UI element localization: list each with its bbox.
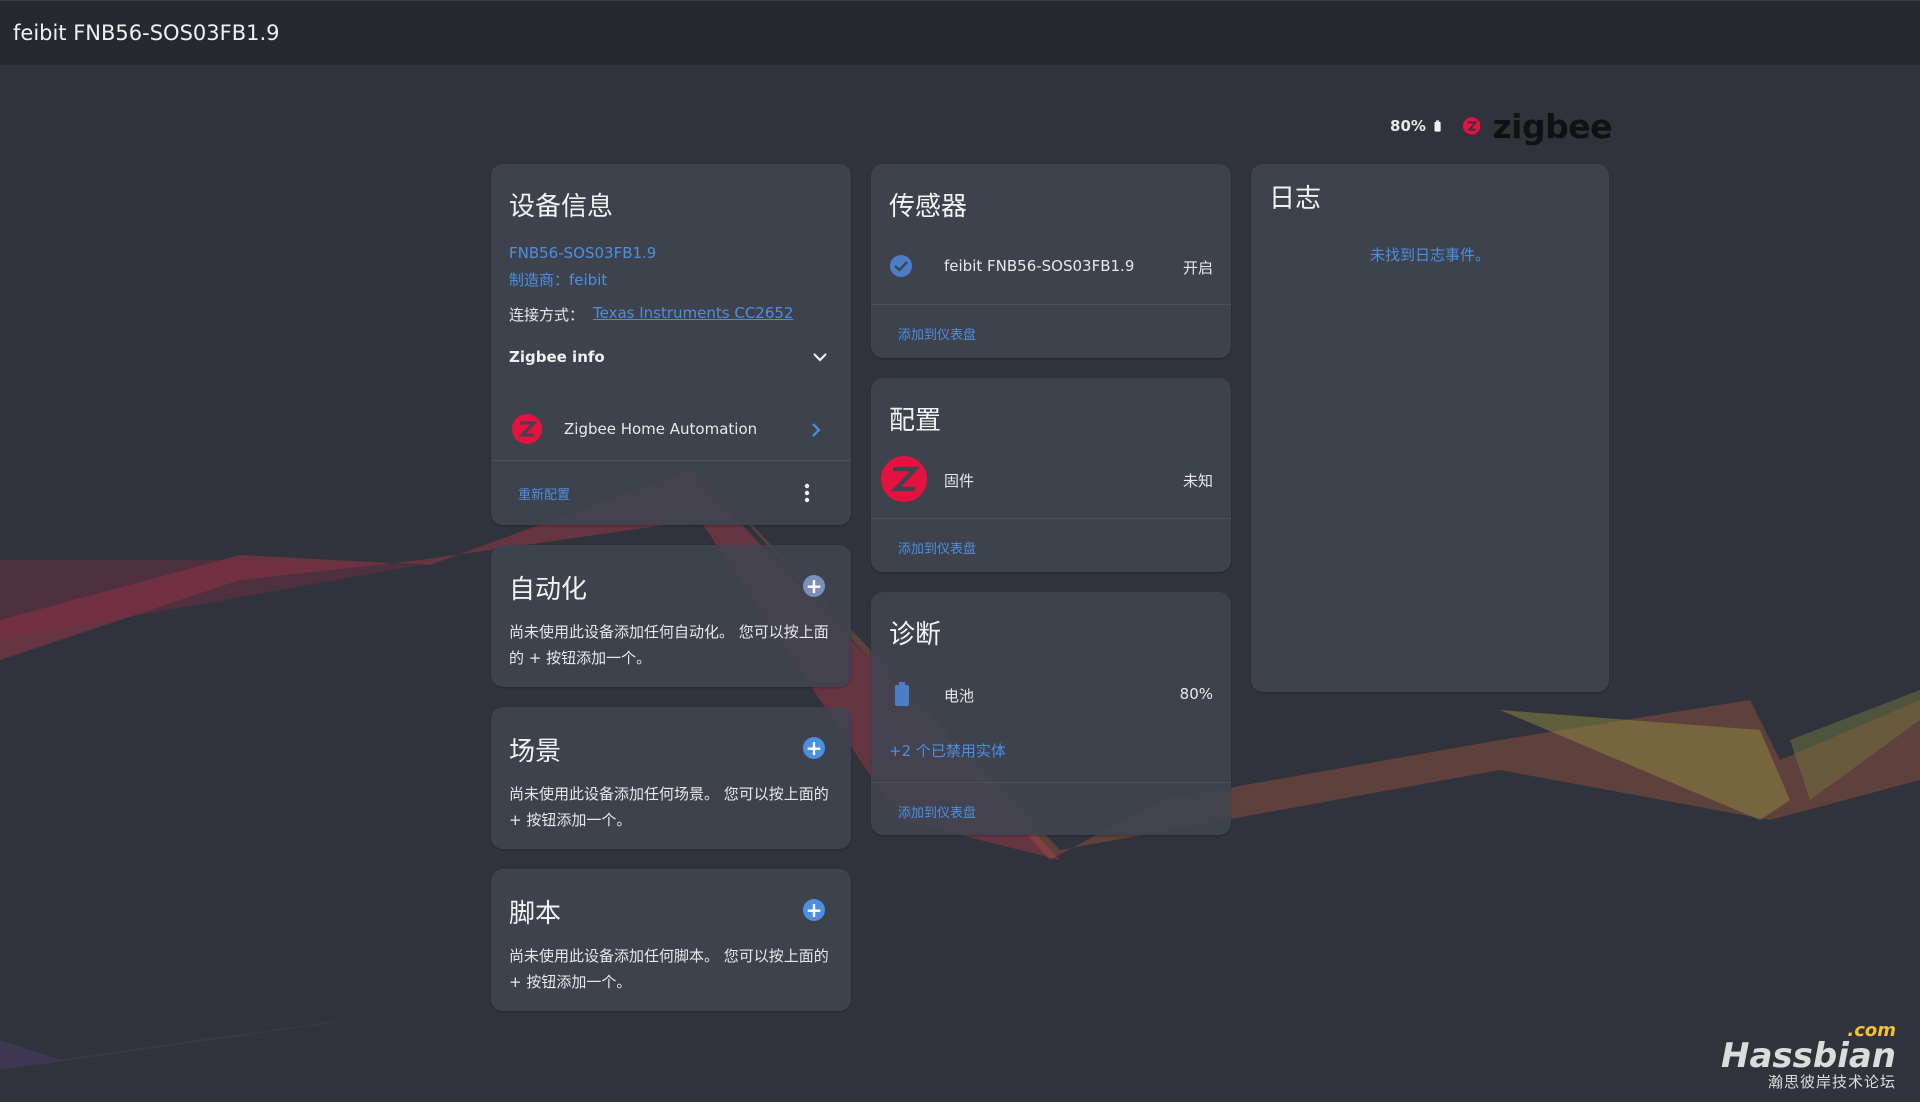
add-automation-button[interactable]: + [803, 575, 825, 597]
device-info-title: 设备信息 [509, 192, 614, 222]
zigbee-info-label: Zigbee info [509, 348, 605, 366]
more-vertical-icon[interactable] [804, 483, 810, 503]
add-scene-button[interactable]: + [803, 737, 825, 759]
diagnostic-title: 诊断 [889, 620, 942, 650]
connection-link[interactable]: Texas Instruments CC2652 [593, 304, 793, 322]
chevron-right-icon [812, 423, 821, 437]
sensors-add-to-dashboard[interactable]: 添加到仪表盘 [898, 324, 976, 343]
watermark: .com Hassbian 瀚思彼岸技术论坛 [1721, 1020, 1896, 1092]
automation-empty-text: 尚未使用此设备添加任何自动化。 您可以按上面的 + 按钮添加一个。 [509, 623, 829, 667]
sensor-entity-row[interactable]: feibit FNB56-SOS03FB1.9 开启 [871, 248, 1231, 284]
battery-entity-name: 电池 [944, 687, 975, 705]
zigbee-logo-text: zigbee [1492, 106, 1612, 146]
integration-label: Zigbee Home Automation [564, 420, 758, 438]
logbook-empty-text: 未找到日志事件。 [1369, 246, 1490, 264]
sensor-entity-name: feibit FNB56-SOS03FB1.9 [944, 257, 1135, 275]
divider [871, 782, 1231, 783]
divider [871, 518, 1231, 519]
scene-empty-text: 尚未使用此设备添加任何场景。 您可以按上面的 + 按钮添加一个。 [509, 785, 829, 829]
watermark-main: Hassbian [1720, 1036, 1896, 1076]
config-add-to-dashboard[interactable]: 添加到仪表盘 [898, 538, 976, 557]
device-model: FNB56-SOS03FB1.9 [509, 244, 657, 262]
page-title: feibit FNB56-SOS03FB1.9 [13, 21, 280, 45]
scene-title: 场景 [509, 737, 562, 767]
diagnostic-card: 诊断 电池 80% +2 个已禁用实体 添加到仪表盘 [871, 592, 1231, 835]
top-bar: feibit FNB56-SOS03FB1.9 [0, 0, 1920, 65]
connection-label: 连接方式： [509, 306, 585, 324]
logbook-card: 日志 未找到日志事件。 [1251, 164, 1609, 692]
battery-icon [1434, 120, 1441, 132]
device-manufacturer: 制造商：feibit [509, 271, 608, 289]
logbook-title: 日志 [1269, 184, 1322, 214]
brand-row: 80% zigbee [1390, 105, 1612, 147]
automation-card: 自动化 + 尚未使用此设备添加任何自动化。 您可以按上面的 + 按钮添加一个。 [491, 545, 851, 687]
reconfigure-button[interactable]: 重新配置 [518, 484, 570, 503]
device-info-card: 设备信息 FNB56-SOS03FB1.9 制造商：feibit 连接方式： T… [491, 164, 851, 525]
zigbee-firmware-icon [881, 456, 927, 502]
zigbee-logo-icon [1463, 117, 1481, 135]
check-circle-icon [890, 255, 912, 277]
firmware-entity-row[interactable]: 固件 未知 [871, 454, 1231, 504]
scene-card: 场景 + 尚未使用此设备添加任何场景。 您可以按上面的 + 按钮添加一个。 [491, 707, 851, 849]
diagnostic-add-to-dashboard[interactable]: 添加到仪表盘 [898, 802, 976, 821]
battery-icon [895, 682, 909, 706]
sensors-title: 传感器 [889, 192, 968, 222]
integration-row[interactable]: Zigbee Home Automation [491, 408, 851, 452]
disabled-entities-link[interactable]: +2 个已禁用实体 [889, 740, 1006, 761]
battery-entity-state: 80% [1179, 685, 1213, 703]
config-card: 配置 固件 未知 添加到仪表盘 [871, 378, 1231, 572]
firmware-entity-state: 未知 [1182, 472, 1213, 490]
config-title: 配置 [889, 406, 942, 436]
script-empty-text: 尚未使用此设备添加任何脚本。 您可以按上面的 + 按钮添加一个。 [509, 947, 829, 991]
firmware-entity-name: 固件 [944, 472, 975, 490]
add-script-button[interactable]: + [803, 899, 825, 921]
divider [871, 304, 1231, 305]
sensors-card: 传感器 feibit FNB56-SOS03FB1.9 开启 添加到仪表盘 [871, 164, 1231, 358]
zigbee-info-expander[interactable]: Zigbee info [509, 347, 833, 369]
script-title: 脚本 [509, 899, 562, 929]
sensor-entity-state: 开启 [1182, 259, 1213, 277]
divider [491, 460, 851, 461]
battery-percentage: 80% [1390, 117, 1426, 135]
automation-title: 自动化 [509, 575, 588, 605]
battery-entity-row[interactable]: 电池 80% [871, 676, 1231, 712]
chevron-down-icon [813, 353, 827, 362]
zigbee-integration-icon [512, 414, 542, 444]
script-card: 脚本 + 尚未使用此设备添加任何脚本。 您可以按上面的 + 按钮添加一个。 [491, 869, 851, 1011]
